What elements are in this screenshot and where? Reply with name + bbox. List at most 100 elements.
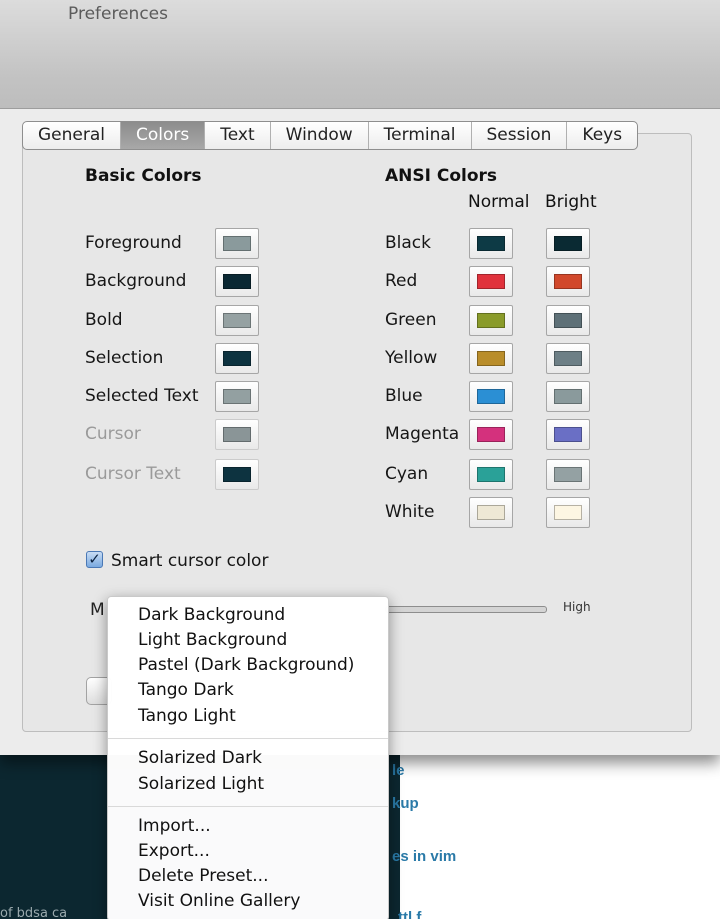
background-text-line: es in vim (392, 848, 457, 865)
ansi-color-label-cyan: Cyan (385, 464, 429, 484)
window-title: Preferences (68, 4, 168, 24)
color-swatch (223, 351, 251, 366)
basic-colors-heading: Basic Colors (85, 166, 202, 186)
menu-separator (108, 806, 388, 807)
slider-max-label: High (563, 600, 591, 614)
background-text-line: ttl f (398, 909, 422, 919)
ansi-color-label-green: Green (385, 310, 437, 330)
ansi-bright-red-color-well[interactable] (546, 266, 590, 297)
tab-keys[interactable]: Keys (567, 122, 637, 149)
color-swatch (554, 351, 582, 366)
ansi-bright-cyan-color-well[interactable] (546, 459, 590, 490)
presets-menu: Dark Background Light Background Pastel (D… (107, 596, 389, 919)
background-color-well[interactable] (215, 266, 259, 297)
ansi-normal-white-color-well[interactable] (469, 497, 513, 528)
color-swatch (477, 274, 505, 289)
tab-session[interactable]: Session (472, 122, 568, 149)
menu-item-dark-background[interactable]: Dark Background (138, 605, 285, 625)
color-swatch (554, 505, 582, 520)
cursor-text-color-well[interactable] (215, 459, 259, 490)
basic-color-label-cursor-text: Cursor Text (85, 464, 181, 484)
menu-item-solarized-dark[interactable]: Solarized Dark (138, 748, 262, 768)
contrast-slider[interactable] (385, 606, 547, 613)
basic-color-label-selected-text: Selected Text (85, 386, 199, 406)
color-swatch (477, 505, 505, 520)
ansi-normal-blue-color-well[interactable] (469, 381, 513, 412)
color-swatch (223, 274, 251, 289)
foreground-color-well[interactable] (215, 228, 259, 259)
ansi-normal-cyan-color-well[interactable] (469, 459, 513, 490)
tab-window[interactable]: Window (271, 122, 369, 149)
background-text-line: le (392, 762, 405, 779)
background-terminal-text: of bdsa ca (0, 906, 68, 919)
tab-general[interactable]: General (23, 122, 121, 149)
ansi-normal-red-color-well[interactable] (469, 266, 513, 297)
ansi-bright-green-color-well[interactable] (546, 305, 590, 336)
color-swatch (477, 236, 505, 251)
ansi-normal-green-color-well[interactable] (469, 305, 513, 336)
menu-item-visit-online-gallery[interactable]: Visit Online Gallery (138, 891, 300, 911)
ansi-color-label-blue: Blue (385, 386, 423, 406)
menu-item-tango-light[interactable]: Tango Light (138, 706, 236, 726)
ansi-normal-magenta-color-well[interactable] (469, 419, 513, 450)
color-swatch (477, 313, 505, 328)
menu-item-delete-preset[interactable]: Delete Preset... (138, 866, 268, 886)
tab-terminal[interactable]: Terminal (369, 122, 472, 149)
ansi-bright-black-color-well[interactable] (546, 228, 590, 259)
ansi-color-label-red: Red (385, 271, 418, 291)
tab-bar: General Colors Text Window Terminal Session Ke… (22, 121, 639, 150)
color-swatch (477, 467, 505, 482)
color-swatch (554, 467, 582, 482)
bright-column-heading: Bright (545, 192, 597, 212)
basic-color-label-cursor: Cursor (85, 424, 141, 444)
color-swatch (554, 427, 582, 442)
menu-item-export[interactable]: Export... (138, 841, 210, 861)
menu-item-import[interactable]: Import... (138, 816, 211, 836)
menu-item-solarized-light[interactable]: Solarized Light (138, 774, 264, 794)
tab-colors[interactable]: Colors (121, 122, 206, 149)
ansi-bright-white-color-well[interactable] (546, 497, 590, 528)
color-swatch (477, 389, 505, 404)
color-swatch (477, 351, 505, 366)
bold-color-well[interactable] (215, 305, 259, 336)
ansi-colors-heading: ANSI Colors (385, 166, 498, 186)
selection-color-well[interactable] (215, 343, 259, 374)
ansi-normal-black-color-well[interactable] (469, 228, 513, 259)
color-swatch (554, 236, 582, 251)
smart-cursor-checkbox[interactable]: ✓ (86, 551, 103, 568)
ansi-color-label-white: White (385, 502, 435, 522)
color-swatch (554, 389, 582, 404)
basic-color-label-bold: Bold (85, 310, 123, 330)
cursor-color-well[interactable] (215, 419, 259, 450)
color-swatch (477, 427, 505, 442)
ansi-color-label-black: Black (385, 233, 431, 253)
tab-text[interactable]: Text (205, 122, 271, 149)
ansi-bright-blue-color-well[interactable] (546, 381, 590, 412)
color-swatch (223, 236, 251, 251)
menu-item-tango-dark[interactable]: Tango Dark (138, 680, 234, 700)
color-swatch (554, 313, 582, 328)
color-swatch (554, 274, 582, 289)
slider-min-label: M (90, 600, 105, 620)
ansi-color-label-magenta: Magenta (385, 424, 460, 444)
background-text-line: kup (392, 795, 419, 812)
menu-item-light-background[interactable]: Light Background (138, 630, 287, 650)
color-swatch (223, 427, 251, 442)
screen: le kup es in vim ttl f of bdsa ca Prefer… (0, 0, 720, 919)
normal-column-heading: Normal (468, 192, 530, 212)
ansi-bright-magenta-color-well[interactable] (546, 419, 590, 450)
basic-color-label-foreground: Foreground (85, 233, 182, 253)
color-swatch (223, 313, 251, 328)
menu-item-pastel-dark-background[interactable]: Pastel (Dark Background) (138, 655, 354, 675)
ansi-color-label-yellow: Yellow (385, 348, 438, 368)
title-bar[interactable]: Preferences (0, 0, 720, 109)
basic-color-label-background: Background (85, 271, 187, 291)
color-swatch (223, 467, 251, 482)
ansi-bright-yellow-color-well[interactable] (546, 343, 590, 374)
smart-cursor-label: Smart cursor color (111, 551, 269, 571)
selected-text-color-well[interactable] (215, 381, 259, 412)
menu-separator (108, 738, 388, 739)
ansi-normal-yellow-color-well[interactable] (469, 343, 513, 374)
color-swatch (223, 389, 251, 404)
basic-color-label-selection: Selection (85, 348, 164, 368)
